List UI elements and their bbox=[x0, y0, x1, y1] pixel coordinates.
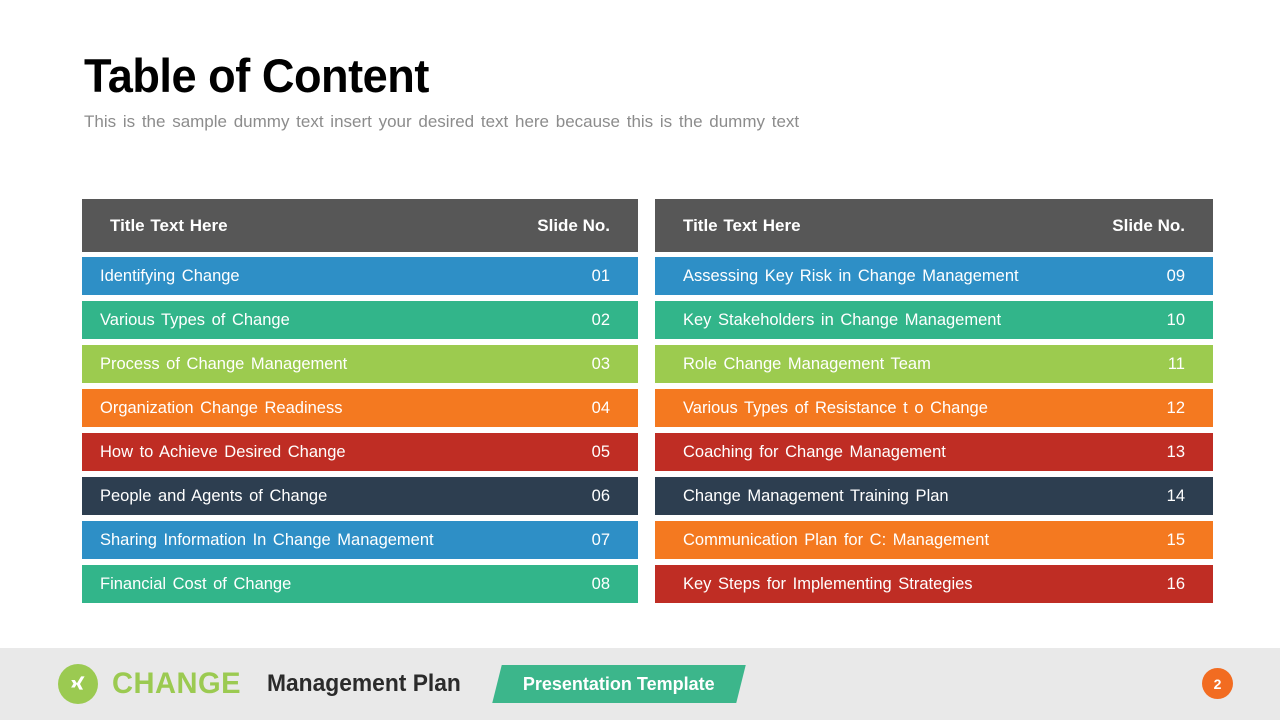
row-slide-number: 06 bbox=[591, 486, 610, 505]
row-label: Change Management Training Plan bbox=[683, 486, 949, 505]
table-row[interactable]: Coaching for Change Management 13 bbox=[655, 433, 1213, 471]
row-slide-number: 03 bbox=[591, 354, 610, 373]
table-row[interactable]: Various Types of Resistance t o Change 12 bbox=[655, 389, 1213, 427]
table-row[interactable]: Financial Cost of Change 08 bbox=[82, 565, 638, 603]
row-label: Financial Cost of Change bbox=[100, 574, 292, 593]
row-slide-number: 13 bbox=[1166, 442, 1185, 461]
row-slide-number: 14 bbox=[1166, 486, 1185, 505]
table-header-slide-no: Slide No. bbox=[537, 215, 610, 235]
table-row[interactable]: Assessing Key Risk in Change Management 0… bbox=[655, 257, 1213, 295]
row-slide-number: 01 bbox=[591, 266, 610, 285]
row-label: Identifying Change bbox=[100, 266, 240, 285]
row-slide-number: 11 bbox=[1167, 354, 1185, 373]
row-label: Sharing Information In Change Management bbox=[100, 530, 434, 549]
row-slide-number: 09 bbox=[1166, 266, 1185, 285]
table-header-right: Title Text Here Slide No. bbox=[655, 199, 1213, 252]
row-label: Communication Plan for C: Management bbox=[683, 530, 990, 549]
table-row[interactable]: Various Types of Change 02 bbox=[82, 301, 638, 339]
toc-table-left: Title Text Here Slide No. Identifying Ch… bbox=[82, 199, 638, 609]
row-slide-number: 05 bbox=[591, 442, 610, 461]
presentation-template-ribbon: Presentation Template bbox=[492, 665, 746, 703]
table-row[interactable]: How to Achieve Desired Change 05 bbox=[82, 433, 638, 471]
row-slide-number: 07 bbox=[591, 530, 610, 549]
table-header-left: Title Text Here Slide No. bbox=[82, 199, 638, 252]
row-slide-number: 16 bbox=[1166, 574, 1185, 593]
row-label: Key Steps for Implementing Strategies bbox=[683, 574, 973, 593]
row-label: People and Agents of Change bbox=[100, 486, 328, 505]
tables-area: Title Text Here Slide No. Identifying Ch… bbox=[0, 199, 1280, 609]
row-slide-number: 02 bbox=[591, 310, 610, 329]
row-label: Process of Change Management bbox=[100, 354, 348, 373]
row-slide-number: 08 bbox=[591, 574, 610, 593]
page-subtitle: This is the sample dummy text insert you… bbox=[84, 112, 800, 131]
row-label: Coaching for Change Management bbox=[683, 442, 946, 461]
xing-x-icon bbox=[58, 664, 98, 704]
table-row[interactable]: People and Agents of Change 06 bbox=[82, 477, 638, 515]
row-label: Various Types of Resistance t o Change bbox=[683, 398, 988, 417]
table-row[interactable]: Communication Plan for C: Management 15 bbox=[655, 521, 1213, 559]
row-label: How to Achieve Desired Change bbox=[100, 442, 346, 461]
brand-name-change: CHANGE bbox=[112, 667, 242, 700]
page-number-badge: 2 bbox=[1202, 668, 1233, 699]
row-label: Assessing Key Risk in Change Management bbox=[683, 266, 1019, 285]
row-label: Role Change Management Team bbox=[683, 354, 931, 373]
table-row[interactable]: Role Change Management Team 11 bbox=[655, 345, 1213, 383]
table-row[interactable]: Change Management Training Plan 14 bbox=[655, 477, 1213, 515]
table-row[interactable]: Key Stakeholders in Change Management 10 bbox=[655, 301, 1213, 339]
toc-rows-left: Identifying Change 01 Various Types of Cha… bbox=[82, 257, 638, 603]
table-row[interactable]: Key Steps for Implementing Strategies 16 bbox=[655, 565, 1213, 603]
table-row[interactable]: Identifying Change 01 bbox=[82, 257, 638, 295]
toc-table-right: Title Text Here Slide No. Assessing Key … bbox=[655, 199, 1213, 609]
table-header-title: Title Text Here bbox=[683, 215, 801, 235]
page-title: Table of Content bbox=[84, 49, 429, 102]
slide-header: Table of Content This is the sample dumm… bbox=[84, 52, 1204, 132]
row-label: Organization Change Readiness bbox=[100, 398, 343, 417]
row-slide-number: 15 bbox=[1166, 530, 1185, 549]
table-header-title: Title Text Here bbox=[110, 215, 228, 235]
row-label: Key Stakeholders in Change Management bbox=[683, 310, 1002, 329]
footer-branding: CHANGE Management Plan Presentation Temp… bbox=[58, 648, 746, 720]
footer-band: CHANGE Management Plan Presentation Temp… bbox=[0, 648, 1280, 720]
row-label: Various Types of Change bbox=[100, 310, 290, 329]
table-row[interactable]: Sharing Information In Change Management… bbox=[82, 521, 638, 559]
row-slide-number: 10 bbox=[1166, 310, 1185, 329]
ribbon-label: Presentation Template bbox=[523, 673, 715, 694]
brand-name-management-plan: Management Plan bbox=[267, 670, 461, 697]
row-slide-number: 04 bbox=[591, 398, 610, 417]
row-slide-number: 12 bbox=[1166, 398, 1185, 417]
table-row[interactable]: Process of Change Management 03 bbox=[82, 345, 638, 383]
toc-rows-right: Assessing Key Risk in Change Management 0… bbox=[655, 257, 1213, 603]
table-row[interactable]: Organization Change Readiness 04 bbox=[82, 389, 638, 427]
table-header-slide-no: Slide No. bbox=[1112, 215, 1185, 235]
